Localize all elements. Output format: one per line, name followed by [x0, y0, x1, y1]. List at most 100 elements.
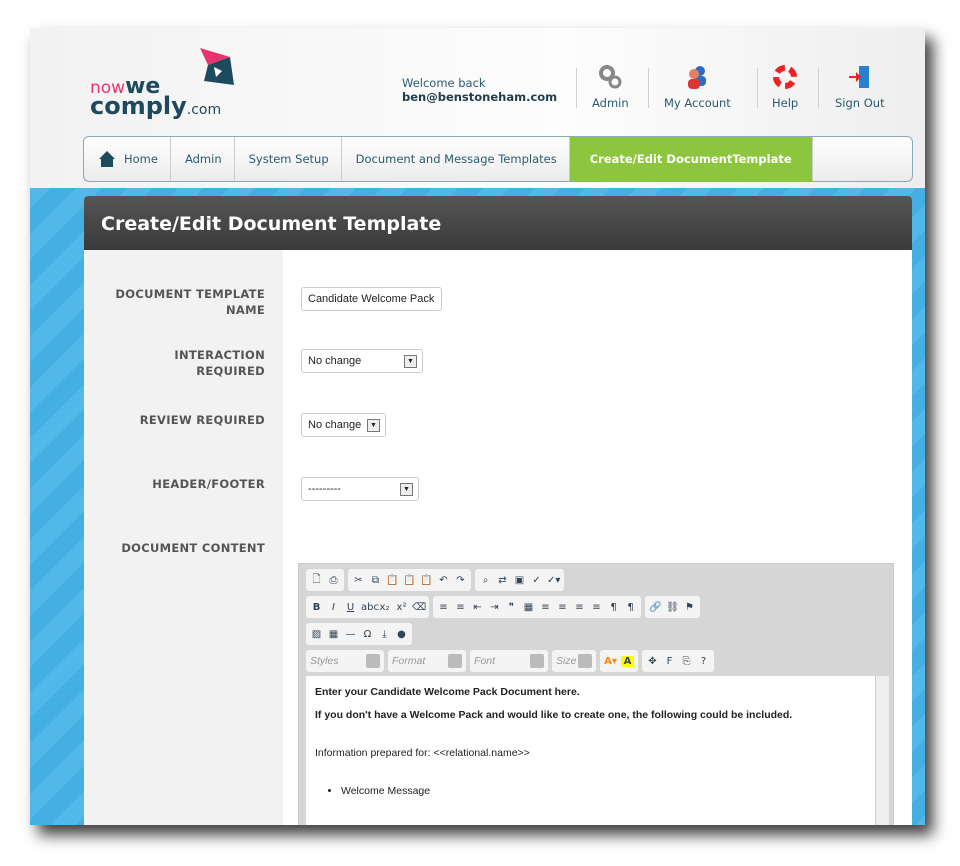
page-title: Create/Edit Document Template	[84, 196, 912, 250]
main-panel: Create/Edit Document Template DOCUMENT T…	[84, 196, 912, 825]
rich-text-editor: 🗋 ⎙ ✂ ⧉ 📋 📋 📋 ↶ ↷ ⌕ ⇄ ▣ ✓ ✓▾ B I Uabc x₂ x² ⌫ ≡ ≡ ⇤ ⇥ ❞ ▦ ≡ ≡ ≡ ≡ ¶ ¶ 🔗…	[298, 563, 894, 825]
page-break-icon: ⤓	[382, 628, 387, 640]
underline-icon: U	[346, 601, 355, 613]
toolbar-group[interactable]: 🗋 ⎙	[306, 569, 344, 591]
app-window: nowwe comply.com Welcome back ben@benstone…	[30, 28, 925, 825]
align-left-icon: ≡	[541, 601, 550, 613]
font-combo[interactable]: Font	[470, 650, 548, 672]
bullet-list-icon: ≡	[456, 601, 465, 613]
spellcheck-dropdown-icon: ✓▾	[547, 574, 561, 586]
editor-content[interactable]: Enter your Candidate Welcome Pack Docume…	[306, 676, 876, 825]
maximize-icon: ✥	[648, 655, 657, 667]
paste-icon: 📋	[386, 574, 399, 586]
align-right-icon: ≡	[575, 601, 584, 613]
text-color-icon: A▾	[604, 655, 617, 667]
eraser-icon: ⌫	[412, 601, 427, 613]
help-icon: ?	[700, 655, 707, 667]
paste-word-icon: 📋	[420, 574, 433, 586]
show-blocks-icon: ⎘	[682, 655, 691, 667]
content-label: DOCUMENT CONTENT	[121, 541, 265, 555]
styles-combo[interactable]: Styles	[306, 650, 384, 672]
size-combo[interactable]: Size	[552, 650, 596, 672]
breadcrumb: Home Admin System Setup Document and Mes…	[83, 136, 913, 182]
breadcrumb-admin[interactable]: Admin	[171, 137, 235, 181]
italic-icon: I	[332, 601, 335, 613]
header-footer-label: HEADER/FOOTER	[152, 477, 265, 491]
redo-icon: ↷	[456, 574, 465, 586]
align-center-icon: ≡	[558, 601, 567, 613]
replace-icon: ⇄	[498, 574, 507, 586]
toolbar-group[interactable]: ⌕ ⇄ ▣ ✓ ✓▾	[475, 569, 564, 591]
chevron-down-icon	[530, 654, 544, 668]
header-footer-select[interactable]: --------- ▼	[301, 477, 419, 501]
toolbar-group[interactable]: ▨ ▦ — Ω ⤓ ●	[306, 623, 412, 645]
find-icon: ⌕	[482, 574, 489, 586]
logo[interactable]: nowwe comply.com	[90, 76, 221, 119]
strike-icon: abc	[361, 601, 379, 613]
nav-my-account[interactable]: My Account	[664, 64, 731, 110]
blockquote-icon: ❞	[508, 601, 515, 613]
select-all-icon: ▣	[514, 574, 525, 586]
nav-sign-out[interactable]: Sign Out	[835, 64, 885, 110]
format-combo[interactable]: Format	[388, 650, 466, 672]
review-label: REVIEW REQUIRED	[139, 413, 265, 427]
toolbar-group[interactable]: B I Uabc x₂ x² ⌫	[306, 596, 429, 618]
table-icon: ▦	[328, 628, 339, 640]
copy-icon: ⧉	[371, 574, 380, 586]
lifebuoy-icon	[773, 65, 798, 89]
rtl-icon: ¶	[627, 601, 634, 613]
name-label: DOCUMENT TEMPLATE NAME	[115, 287, 265, 317]
link-icon: 🔗	[649, 601, 662, 613]
justify-icon: ≡	[592, 601, 601, 613]
toolbar-group[interactable]: A▾ A	[600, 650, 638, 672]
toolbar-group[interactable]: ✥ F ⎘?	[642, 650, 714, 672]
print-icon: ⎙	[329, 574, 338, 586]
horizontal-rule-icon: —	[345, 628, 356, 640]
toolbar-group[interactable]: ✂ ⧉ 📋 📋 📋 ↶ ↷	[348, 569, 471, 591]
chevron-down-icon	[578, 654, 592, 668]
chevron-down-icon: ▼	[404, 355, 417, 368]
interaction-select[interactable]: No change ▼	[301, 349, 423, 373]
users-icon	[688, 66, 707, 89]
review-select[interactable]: No change ▼	[301, 413, 386, 437]
breadcrumb-home[interactable]: Home	[84, 137, 171, 181]
paste-text-icon: 📋	[403, 574, 416, 586]
font-icon: F	[666, 655, 673, 667]
bg-color-icon: A	[621, 655, 634, 667]
toolbar-group[interactable]: ≡ ≡ ⇤ ⇥ ❞ ▦ ≡ ≡ ≡ ≡ ¶ ¶	[433, 596, 641, 618]
ltr-icon: ¶	[610, 601, 617, 613]
spellcheck-icon: ✓	[532, 574, 541, 586]
breadcrumb-system-setup[interactable]: System Setup	[235, 137, 342, 181]
outdent-icon: ⇤	[473, 601, 482, 613]
door-exit-icon	[848, 66, 869, 88]
anchor-icon: ⚑	[685, 601, 694, 613]
editor-scrollbar[interactable]	[875, 676, 889, 825]
interaction-label: INTERACTION REQUIRED	[174, 348, 265, 378]
chevron-down-icon	[448, 654, 462, 668]
home-icon	[99, 151, 115, 167]
header: nowwe comply.com Welcome back ben@benstone…	[30, 28, 925, 188]
chevron-down-icon	[366, 654, 380, 668]
subscript-icon: x₂	[379, 601, 390, 613]
preview-icon: 🗋	[312, 573, 321, 585]
breadcrumb-templates[interactable]: Document and Message Templates	[342, 137, 570, 181]
breadcrumb-current: Create/Edit DocumentTemplate	[569, 137, 813, 181]
unlink-icon: ⛓	[666, 601, 679, 613]
special-char-icon: Ω	[363, 628, 372, 640]
welcome-message: Welcome back ben@benstoneham.com	[402, 76, 558, 104]
indent-icon: ⇥	[490, 601, 499, 613]
chevron-down-icon: ▼	[400, 483, 413, 496]
undo-icon: ↶	[439, 574, 448, 586]
bold-icon: B	[312, 601, 321, 613]
nav-admin[interactable]: Admin	[592, 64, 629, 110]
toolbar-group[interactable]: 🔗 ⛓ ⚑	[645, 596, 700, 618]
cut-icon: ✂	[354, 574, 363, 586]
image-icon: ▨	[311, 628, 322, 640]
chevron-down-icon: ▼	[367, 419, 380, 432]
div-icon: ▦	[523, 601, 534, 613]
template-name-input[interactable]: Candidate Welcome Pack	[301, 287, 442, 311]
nav-help[interactable]: Help	[772, 64, 798, 110]
gears-icon	[599, 65, 622, 89]
user-email: ben@benstoneham.com	[402, 90, 558, 104]
superscript-icon: x²	[396, 601, 407, 613]
